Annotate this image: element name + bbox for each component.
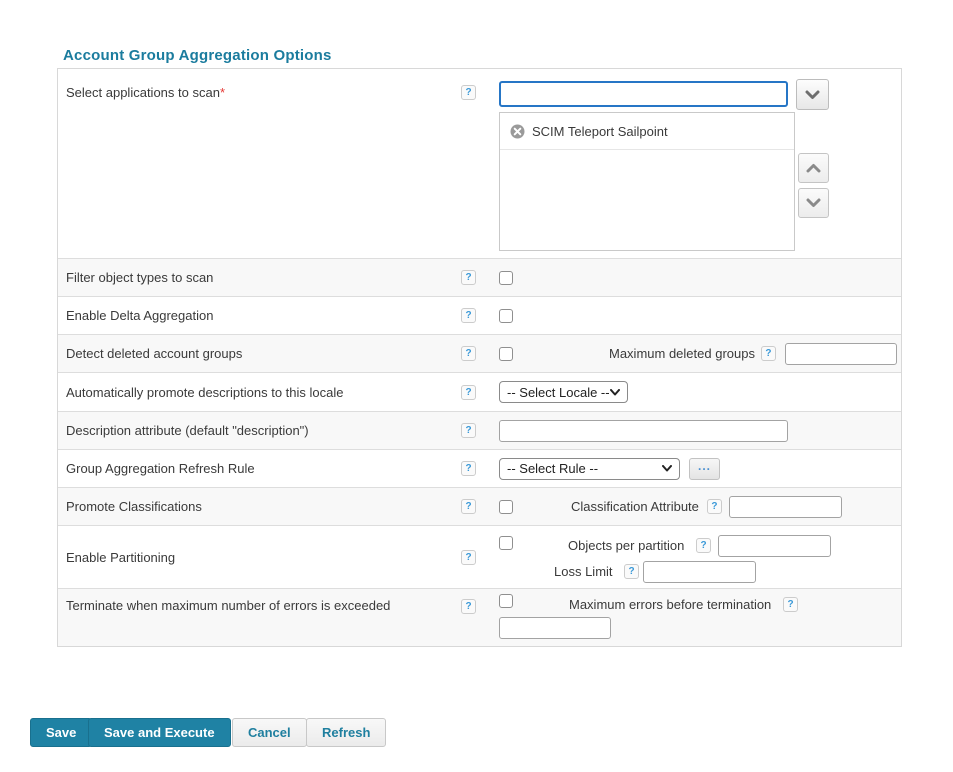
chevron-down-icon — [662, 465, 672, 472]
filter-object-types-checkbox[interactable] — [499, 271, 513, 285]
maximum-deleted-groups-input[interactable] — [785, 343, 897, 365]
applications-dropdown-button[interactable] — [796, 79, 829, 110]
row-select-applications: Select applications to scan* ? SCIM Tele… — [58, 69, 901, 259]
help-icon[interactable]: ? — [461, 308, 476, 323]
maximum-deleted-groups-label: Maximum deleted groups — [609, 346, 755, 361]
description-attribute-label: Description attribute (default "descript… — [66, 423, 309, 438]
filter-object-types-label: Filter object types to scan — [66, 270, 213, 285]
loss-limit-label: Loss Limit — [554, 564, 613, 579]
help-icon[interactable]: ? — [461, 270, 476, 285]
detect-deleted-groups-label: Detect deleted account groups — [66, 346, 242, 361]
classification-attribute-input[interactable] — [729, 496, 842, 518]
selected-applications-list: SCIM Teleport Sailpoint — [499, 112, 795, 251]
chevron-up-icon — [806, 163, 821, 173]
select-applications-label: Select applications to scan* — [66, 85, 225, 100]
row-filter-object-types: Filter object types to scan ? — [58, 259, 901, 297]
help-icon[interactable]: ? — [461, 599, 476, 614]
help-icon[interactable]: ? — [461, 346, 476, 361]
row-promote-locale: Automatically promote descriptions to th… — [58, 373, 901, 412]
promote-classifications-checkbox[interactable] — [499, 500, 513, 514]
selected-application-label: SCIM Teleport Sailpoint — [532, 124, 668, 139]
selected-application-item[interactable]: SCIM Teleport Sailpoint — [500, 113, 794, 150]
detect-deleted-groups-checkbox[interactable] — [499, 347, 513, 361]
classification-attribute-label: Classification Attribute — [571, 499, 699, 514]
help-icon[interactable]: ? — [461, 423, 476, 438]
help-icon[interactable]: ? — [707, 499, 722, 514]
terminate-on-errors-label: Terminate when maximum number of errors … — [66, 598, 390, 613]
applications-combobox-input[interactable] — [499, 81, 788, 107]
objects-per-partition-input[interactable] — [718, 535, 831, 557]
account-group-aggregation-page: Account Group Aggregation Options Select… — [0, 0, 953, 772]
remove-icon[interactable] — [510, 124, 525, 139]
move-down-button[interactable] — [798, 188, 829, 218]
chevron-down-icon — [805, 90, 820, 100]
enable-partitioning-label: Enable Partitioning — [66, 550, 175, 565]
row-terminate-on-errors: Terminate when maximum number of errors … — [58, 589, 901, 646]
options-table: Select applications to scan* ? SCIM Tele… — [57, 68, 902, 647]
browse-rule-button[interactable]: ... — [689, 458, 720, 480]
refresh-rule-select[interactable]: -- Select Rule -- — [499, 458, 680, 480]
refresh-rule-label: Group Aggregation Refresh Rule — [66, 461, 255, 476]
page-title: Account Group Aggregation Options — [63, 47, 332, 64]
save-and-execute-button[interactable]: Save and Execute — [88, 718, 231, 747]
help-icon[interactable]: ? — [461, 461, 476, 476]
refresh-rule-select-value: -- Select Rule -- — [507, 461, 598, 476]
move-up-button[interactable] — [798, 153, 829, 183]
maximum-errors-input[interactable] — [499, 617, 611, 639]
description-attribute-input[interactable] — [499, 420, 788, 442]
row-enable-partitioning: Enable Partitioning ? Objects per partit… — [58, 526, 901, 589]
enable-partitioning-checkbox[interactable] — [499, 536, 513, 550]
save-button[interactable]: Save — [30, 718, 92, 747]
delta-aggregation-checkbox[interactable] — [499, 309, 513, 323]
help-icon[interactable]: ? — [461, 499, 476, 514]
help-icon[interactable]: ? — [461, 85, 476, 100]
chevron-down-icon — [806, 198, 821, 208]
delta-aggregation-label: Enable Delta Aggregation — [66, 308, 213, 323]
locale-select-value: -- Select Locale -- — [507, 385, 610, 400]
help-icon[interactable]: ? — [624, 564, 639, 579]
maximum-errors-label: Maximum errors before termination — [569, 597, 771, 612]
row-promote-classifications: Promote Classifications ? Classification… — [58, 488, 901, 526]
row-description-attribute: Description attribute (default "descript… — [58, 412, 901, 450]
objects-per-partition-label: Objects per partition — [568, 538, 684, 553]
required-asterisk: * — [220, 85, 225, 100]
promote-locale-label: Automatically promote descriptions to th… — [66, 385, 343, 400]
loss-limit-input[interactable] — [643, 561, 756, 583]
row-delta-aggregation: Enable Delta Aggregation ? — [58, 297, 901, 335]
help-icon[interactable]: ? — [696, 538, 711, 553]
refresh-button[interactable]: Refresh — [306, 718, 386, 747]
help-icon[interactable]: ? — [461, 385, 476, 400]
cancel-button[interactable]: Cancel — [232, 718, 307, 747]
terminate-on-errors-checkbox[interactable] — [499, 594, 513, 608]
locale-select[interactable]: -- Select Locale -- — [499, 381, 628, 403]
help-icon[interactable]: ? — [783, 597, 798, 612]
row-detect-deleted-groups: Detect deleted account groups ? Maximum … — [58, 335, 901, 373]
row-refresh-rule: Group Aggregation Refresh Rule ? -- Sele… — [58, 450, 901, 488]
help-icon[interactable]: ? — [761, 346, 776, 361]
promote-classifications-label: Promote Classifications — [66, 499, 202, 514]
help-icon[interactable]: ? — [461, 550, 476, 565]
chevron-down-icon — [610, 389, 620, 396]
